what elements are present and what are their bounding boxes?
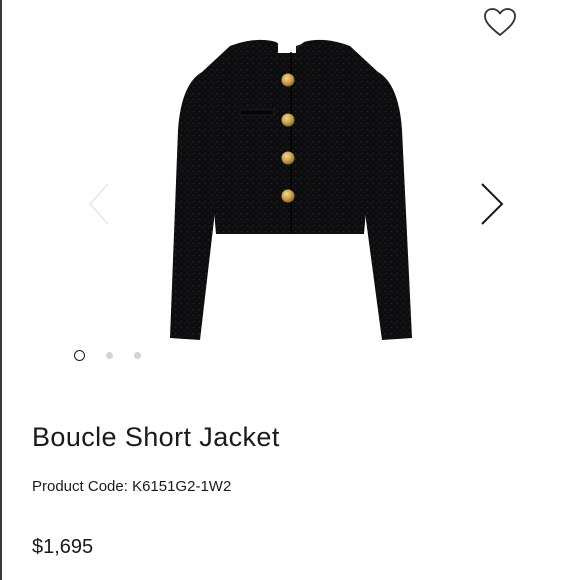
wishlist-heart-icon[interactable]: [482, 6, 518, 38]
product-code-label: Product Code:: [32, 478, 128, 495]
previous-image-chevron-left-icon[interactable]: [84, 178, 114, 230]
product-code-value: K6151G2-1W2: [132, 478, 232, 495]
product-image: [170, 39, 412, 340]
gallery-pagination: [74, 350, 162, 361]
gallery-dot-2[interactable]: [106, 352, 113, 359]
gallery-dot-3[interactable]: [134, 352, 141, 359]
next-image-chevron-right-icon[interactable]: [476, 178, 506, 230]
gallery-dot-1[interactable]: [74, 350, 85, 361]
product-code: Product Code: K6151G2-1W2: [32, 478, 231, 495]
product-title: Boucle Short Jacket: [32, 422, 280, 452]
image-gallery[interactable]: [0, 0, 580, 380]
product-price: $1,695: [32, 536, 94, 558]
